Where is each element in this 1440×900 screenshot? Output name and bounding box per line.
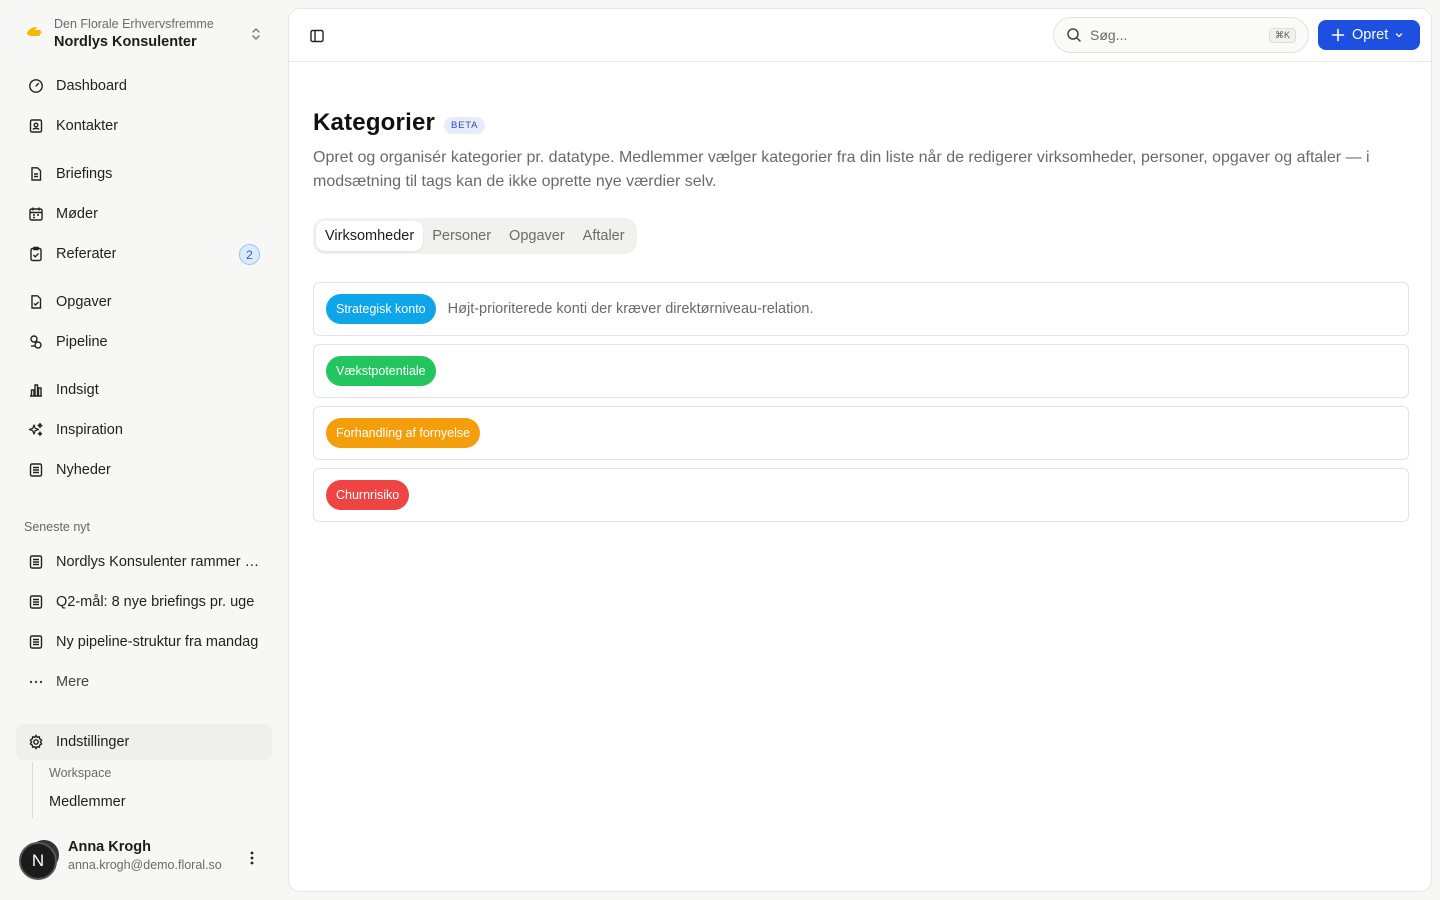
chevron-updown-icon <box>248 26 264 42</box>
settings-members-link[interactable]: Medlemmer <box>49 794 126 810</box>
beta-badge: BETA <box>444 117 486 134</box>
main-panel: ⌘K Opret Kategorier BETA Opret og organi… <box>288 8 1432 892</box>
avatar-initial: N <box>19 842 57 880</box>
nav-pipeline[interactable]: Pipeline <box>16 324 272 360</box>
nav-label: Nyheder <box>56 462 111 478</box>
category-pill[interactable]: Churnrisiko <box>326 480 410 510</box>
more-button[interactable]: Mere <box>16 664 272 700</box>
org-name: Nordlys Konsulenter <box>54 33 197 50</box>
dashboard-icon <box>28 78 44 94</box>
category-description: Højt-prioriterede konti der kræver direk… <box>447 301 814 317</box>
category-row[interactable]: Vækstpotentiale <box>313 344 1409 398</box>
org-switcher[interactable]: Den Florale Erhvervsfremme Nordlys Konsu… <box>16 12 272 56</box>
nav-label: Inspiration <box>56 422 123 438</box>
nav-label: Opgaver <box>56 294 112 310</box>
nav-dashboard[interactable]: Dashboard <box>16 68 272 104</box>
nav-insight[interactable]: Indsigt <box>16 372 272 408</box>
nav-label: Referater <box>56 246 117 262</box>
nav-minutes[interactable]: Referater 2 <box>16 236 272 272</box>
news-icon <box>28 594 44 610</box>
datatype-tabs: Virksomheder Personer Opgaver Aftaler <box>313 218 637 254</box>
nav-inspiration[interactable]: Inspiration <box>16 412 272 448</box>
latest-news-label: Nordlys Konsulenter rammer 200 kunder <box>56 554 262 570</box>
nav-label: Indstillinger <box>56 734 130 750</box>
org-subtitle: Den Florale Erhvervsfremme <box>54 17 214 32</box>
insight-icon <box>28 382 44 398</box>
search-shortcut: ⌘K <box>1268 28 1296 43</box>
pipeline-icon <box>28 334 44 350</box>
nav-label: Indsigt <box>56 382 99 398</box>
nav-label: Briefings <box>56 166 113 182</box>
page-title: Kategorier <box>313 109 436 136</box>
gear-icon <box>28 734 44 750</box>
tab-opgaver[interactable]: Opgaver <box>500 221 574 251</box>
latest-news-label: Q2-mål: 8 nye briefings pr. uge <box>56 594 255 610</box>
contacts-icon <box>28 118 44 134</box>
tab-aftaler[interactable]: Aftaler <box>574 221 634 251</box>
more-icon <box>28 674 44 690</box>
more-label: Mere <box>56 674 90 690</box>
user-name: Anna Krogh <box>68 839 151 855</box>
category-row[interactable]: Churnrisiko <box>313 468 1409 522</box>
nav-label: Dashboard <box>56 78 127 94</box>
nav-news[interactable]: Nyheder <box>16 452 272 488</box>
chevron-down-icon <box>1394 30 1404 40</box>
sparkle-icon <box>28 422 44 438</box>
search-input[interactable] <box>1090 27 1260 43</box>
nav-meetings[interactable]: Møder <box>16 196 272 232</box>
user-profile[interactable]: N Anna Krogh anna.krogh@demo.floral.so <box>16 834 272 884</box>
category-pill[interactable]: Vækstpotentiale <box>326 356 436 386</box>
latest-news-heading: Seneste nyt <box>24 520 91 534</box>
plus-icon <box>1331 28 1345 42</box>
avatar: N <box>19 840 59 880</box>
sidebar-toggle-icon[interactable] <box>307 26 327 46</box>
category-pill[interactable]: Strategisk konto <box>326 294 436 324</box>
news-icon <box>28 462 44 478</box>
briefings-icon <box>28 166 44 182</box>
create-label: Opret <box>1352 27 1389 43</box>
latest-news-item[interactable]: Nordlys Konsulenter rammer 200 kunder <box>16 544 272 580</box>
category-pill[interactable]: Forhandling af fornyelse <box>326 418 481 448</box>
nav-label: Kontakter <box>56 118 119 134</box>
page-description: Opret og organisér kategorier pr. dataty… <box>313 149 1370 190</box>
news-icon <box>28 634 44 650</box>
topbar: ⌘K Opret <box>289 9 1431 62</box>
latest-news-item[interactable]: Q2-mål: 8 nye briefings pr. uge <box>16 584 272 620</box>
nav-contacts[interactable]: Kontakter <box>16 108 272 144</box>
kebab-icon[interactable] <box>242 848 262 868</box>
settings-subtree-line <box>32 762 33 818</box>
tasks-icon <box>28 294 44 310</box>
tab-personer[interactable]: Personer <box>423 221 500 251</box>
minutes-icon <box>28 246 44 262</box>
category-row[interactable]: Forhandling af fornyelse <box>313 406 1409 460</box>
search-bar[interactable]: ⌘K <box>1053 17 1309 53</box>
nav-settings[interactable]: Indstillinger <box>16 724 272 760</box>
sidebar: Den Florale Erhvervsfremme Nordlys Konsu… <box>0 0 288 900</box>
settings-workspace-heading: Workspace <box>49 766 112 780</box>
category-row[interactable]: Strategisk konto Højt-prioriterede konti… <box>313 282 1409 336</box>
meetings-icon <box>28 206 44 222</box>
news-icon <box>28 554 44 570</box>
search-icon <box>1066 27 1082 43</box>
user-email: anna.krogh@demo.floral.so <box>68 857 222 872</box>
tab-virksomheder[interactable]: Virksomheder <box>316 221 424 251</box>
nav-briefings[interactable]: Briefings <box>16 156 272 192</box>
latest-news-label: Ny pipeline-struktur fra mandag <box>56 634 259 650</box>
minutes-count-badge: 2 <box>239 244 260 265</box>
nav-label: Møder <box>56 206 98 222</box>
nav-label: Pipeline <box>56 334 108 350</box>
latest-news-item[interactable]: Ny pipeline-struktur fra mandag <box>16 624 272 660</box>
create-button[interactable]: Opret <box>1318 20 1420 50</box>
nav-tasks[interactable]: Opgaver <box>16 284 272 320</box>
hand-logo-icon <box>24 23 46 45</box>
